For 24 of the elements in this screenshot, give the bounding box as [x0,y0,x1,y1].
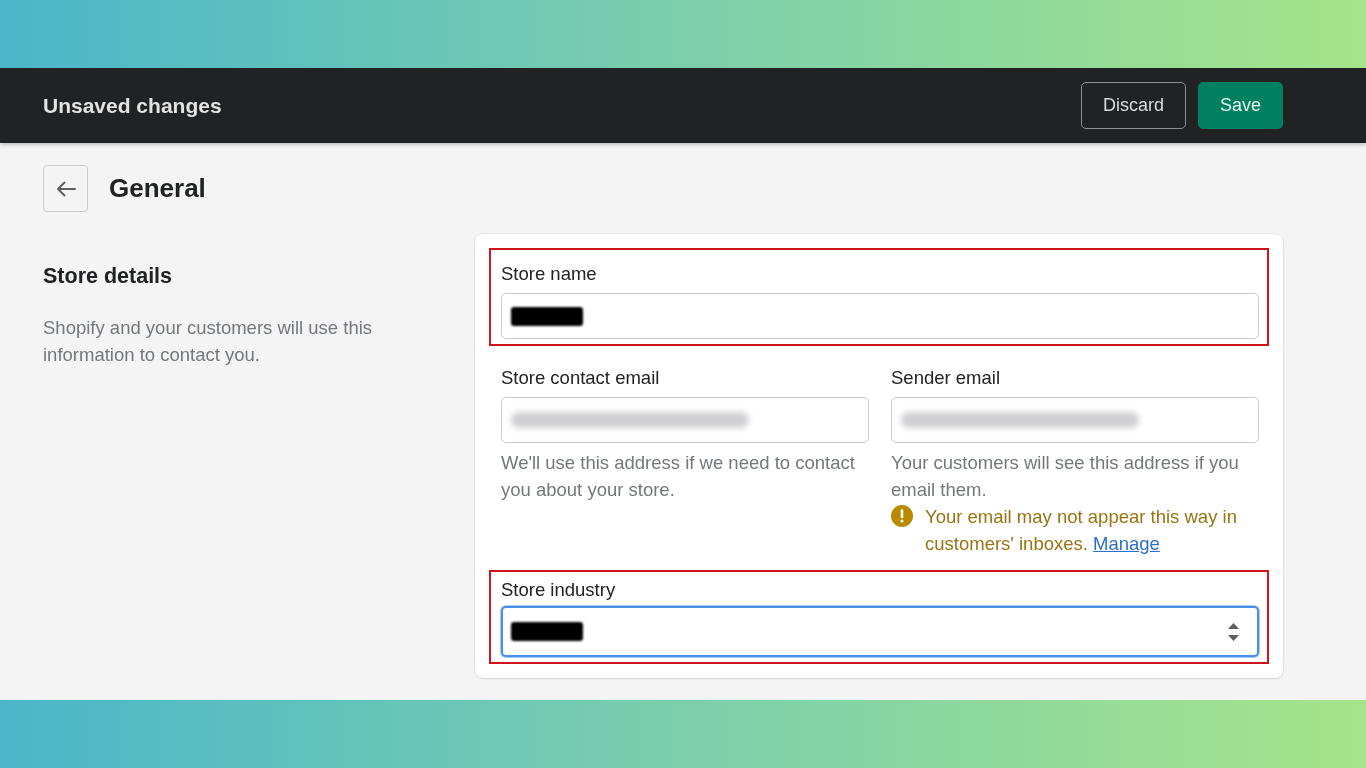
up-down-caret-icon [1228,622,1239,641]
section-title: Store details [43,264,174,288]
field-label: Store name [501,262,598,286]
field-label: Store contact email [501,366,661,390]
back-button[interactable] [43,165,88,212]
discard-button[interactable]: Discard [1080,82,1186,129]
warning-text: Your email may not appear this way in customers' inboxes. Manage [925,505,1238,556]
manage-link[interactable]: Manage [1093,533,1160,554]
page-title: General [109,173,206,204]
redaction-bar [511,306,583,326]
input-field[interactable] [501,293,1259,339]
back-arrow-icon [55,180,76,197]
help-text: We'll use this address if we need to contact you about your store. [501,451,856,502]
warning-icon [891,505,913,527]
redaction-bar [511,622,583,641]
section-description: Shopify and your customers will use this information to contact you. [43,316,374,367]
save-bar-title: Unsaved changes [43,93,222,118]
input-field[interactable] [891,397,1259,443]
select-field[interactable] [501,606,1259,657]
help-text: Your customers will see this address if you email them. [891,451,1240,502]
field-label: Sender email [891,366,1001,390]
save-button[interactable]: Save [1197,82,1283,129]
field-label: Store industry [501,578,617,602]
input-field[interactable] [501,397,869,443]
